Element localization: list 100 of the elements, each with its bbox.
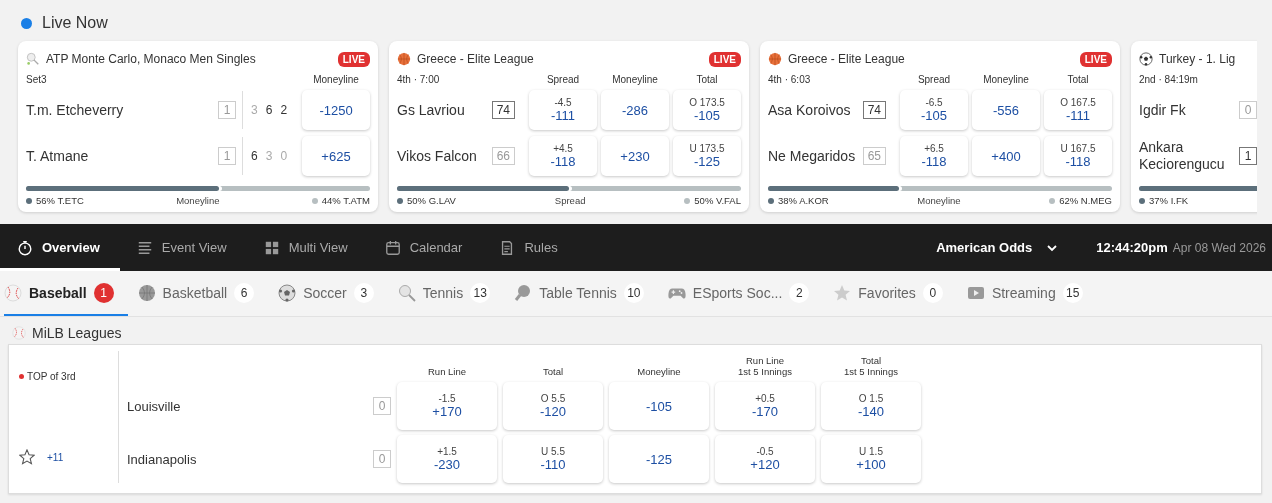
odds-button[interactable]: +6.5 -118 — [900, 136, 968, 176]
odds-button[interactable]: -0.5 +120 — [715, 435, 815, 483]
odds-button[interactable]: O 173.5 -105 — [673, 90, 741, 130]
market-label: Moneyline — [611, 74, 659, 85]
sport-tab[interactable]: Streaming 15 — [966, 271, 1097, 316]
match-period: 4th · 6:03 — [768, 74, 811, 85]
set-score: 0 — [280, 149, 288, 163]
team-name: Gs Lavriou — [397, 101, 466, 119]
split-market: Moneyline — [176, 195, 220, 206]
odds-button[interactable]: +400 — [972, 136, 1040, 176]
star-icon — [833, 283, 852, 302]
nav-tab[interactable]: Calendar — [367, 224, 483, 271]
split-label: 50% G.LAV — [397, 195, 456, 206]
soccer-ball-icon — [1139, 52, 1153, 66]
live-badge: LIVE — [1079, 51, 1112, 67]
league-title: MiLB Leagues — [32, 325, 122, 341]
set-score: 6 — [265, 103, 273, 117]
odds-button[interactable]: -6.5 -105 — [900, 90, 968, 130]
team-name: T.m. Etcheverry — [26, 101, 125, 119]
odds-button[interactable]: +230 — [601, 136, 669, 176]
score: 65 — [862, 147, 886, 165]
column-subheader: 1st 5 Innings — [738, 366, 792, 377]
odds-button[interactable]: O 167.5 -111 — [1044, 90, 1112, 130]
nav-tab[interactable]: Multi View — [246, 224, 368, 271]
odds-button[interactable]: U 167.5 -118 — [1044, 136, 1112, 176]
set-score: 2 — [280, 103, 288, 117]
stopwatch-icon — [17, 239, 33, 256]
baseball-icon — [12, 326, 26, 340]
team-name: Ankara Keciorengucu — [1139, 139, 1226, 173]
match-card[interactable]: Greece - Elite League LIVE 4th · 7:00 Spread Moneyline Total Gs Lavriou 74 -4.5 -111 -286 O 173.5 -105 Vikos Falcon 66 +4.5 -118 +230 U 173.5 -125 50% G.LAV Spread 50% V.FAL — [389, 41, 749, 212]
split-market: Moneyline — [917, 195, 961, 206]
sport-tab[interactable]: Soccer 3 — [278, 271, 388, 316]
odds-button[interactable]: -556 — [972, 90, 1040, 130]
column-header: Moneyline — [637, 366, 681, 377]
sport-tab[interactable]: Basketball 6 — [137, 271, 269, 316]
league-name: Greece - Elite League — [417, 52, 534, 66]
odds-button[interactable]: +4.5 -118 — [529, 136, 597, 176]
odds-button[interactable]: +625 — [302, 136, 370, 176]
calendar-icon — [384, 239, 401, 256]
score: 0 — [1239, 101, 1257, 119]
sport-tab[interactable]: Baseball 1 — [4, 271, 128, 316]
match-card[interactable]: Turkey - 1. Lig 2nd · 84:19m Igdir Fk 0 Ankara Keciorengucu 1 37% I.FK — [1131, 41, 1257, 212]
split-label: 38% A.KOR — [768, 195, 829, 206]
list-icon — [136, 239, 153, 256]
column-header: Total — [542, 366, 564, 377]
table-tennis-paddle-icon — [514, 283, 533, 302]
split-label: 56% T.ETC — [26, 195, 84, 206]
odds-button[interactable]: U 1.5 +100 — [821, 435, 921, 483]
odds-button[interactable]: +0.5 -170 — [715, 382, 815, 430]
soccer-ball-icon — [278, 283, 297, 302]
sport-tab[interactable]: Tennis 13 — [397, 271, 505, 316]
split-label: 44% T.ATM — [311, 195, 370, 206]
favorite-star-icon[interactable] — [19, 449, 35, 465]
odds-button[interactable]: O 5.5 -120 — [503, 382, 603, 430]
match-card[interactable]: ATP Monte Carlo, Monaco Men Singles LIVE Set3 Moneyline T.m. Etcheverry 1 3 6 2 -1250 T. Atmane 1 6 3 0 +625 56% T.ETC Moneyline 44% T.ATM — [18, 41, 378, 212]
league-name: Greece - Elite League — [788, 52, 905, 66]
column-subheader: 1st 5 Innings — [844, 366, 898, 377]
score: 1 — [1239, 147, 1257, 165]
set-score: 3 — [265, 149, 273, 163]
odds-button[interactable]: -1250 — [302, 90, 370, 130]
baseball-icon — [4, 283, 22, 302]
sport-tab[interactable]: Table Tennis 10 — [514, 271, 658, 316]
odds-button[interactable]: -286 — [601, 90, 669, 130]
score: 0 — [373, 450, 391, 468]
odds-button[interactable]: O 1.5 -140 — [821, 382, 921, 430]
match-period: 2nd · 84:19m — [1139, 74, 1198, 85]
odds-button[interactable]: -105 — [609, 382, 709, 430]
odds-button[interactable]: +1.5 -230 — [397, 435, 497, 483]
score: 66 — [491, 147, 515, 165]
league-name: ATP Monte Carlo, Monaco Men Singles — [46, 52, 256, 66]
match-card[interactable]: Greece - Elite League LIVE 4th · 6:03 Spread Moneyline Total Asa Koroivos 74 -6.5 -105 -556 O 167.5 -111 Ne Megaridos 65 +6.5 -118 +400 U 167.5 -118 38% A.KOR Moneyline 62% N.MEG — [760, 41, 1120, 212]
set-score: 3 — [251, 103, 258, 117]
odds-button[interactable]: -4.5 -111 — [529, 90, 597, 130]
sport-tab[interactable]: Favorites 0 — [833, 271, 957, 316]
sport-tab[interactable]: ESports Soc... 2 — [667, 271, 824, 316]
tennis-racket-icon — [26, 52, 40, 66]
tennis-racket-icon — [397, 283, 416, 302]
split-market: Spread — [554, 195, 586, 206]
clock-time: 12:44:20pm — [1096, 240, 1168, 255]
market-label: Moneyline — [982, 74, 1030, 85]
score: 74 — [862, 101, 886, 119]
odds-button[interactable]: -1.5 +170 — [397, 382, 497, 430]
column-header: Run Line — [746, 355, 784, 366]
odds-button[interactable]: U 173.5 -125 — [673, 136, 741, 176]
match-status: TOP of 3rd — [19, 371, 118, 382]
more-markets-link[interactable]: +11 — [47, 451, 64, 463]
basketball-icon — [137, 283, 156, 302]
live-dot — [21, 17, 32, 29]
market-label: Spread — [545, 74, 581, 85]
team-name: T. Atmane — [26, 147, 90, 165]
grid-icon — [263, 239, 280, 256]
live-badge: LIVE — [337, 51, 370, 67]
nav-tab[interactable]: Rules — [482, 224, 578, 271]
market-label: Moneyline — [312, 74, 360, 85]
set-score: 6 — [251, 149, 258, 163]
odds-button[interactable]: -125 — [609, 435, 709, 483]
odds-format-dropdown[interactable]: American Odds — [928, 224, 1067, 271]
split-label: 62% N.MEG — [1049, 195, 1112, 206]
odds-button[interactable]: U 5.5 -110 — [503, 435, 603, 483]
nav-tab[interactable]: Event View — [119, 224, 247, 271]
